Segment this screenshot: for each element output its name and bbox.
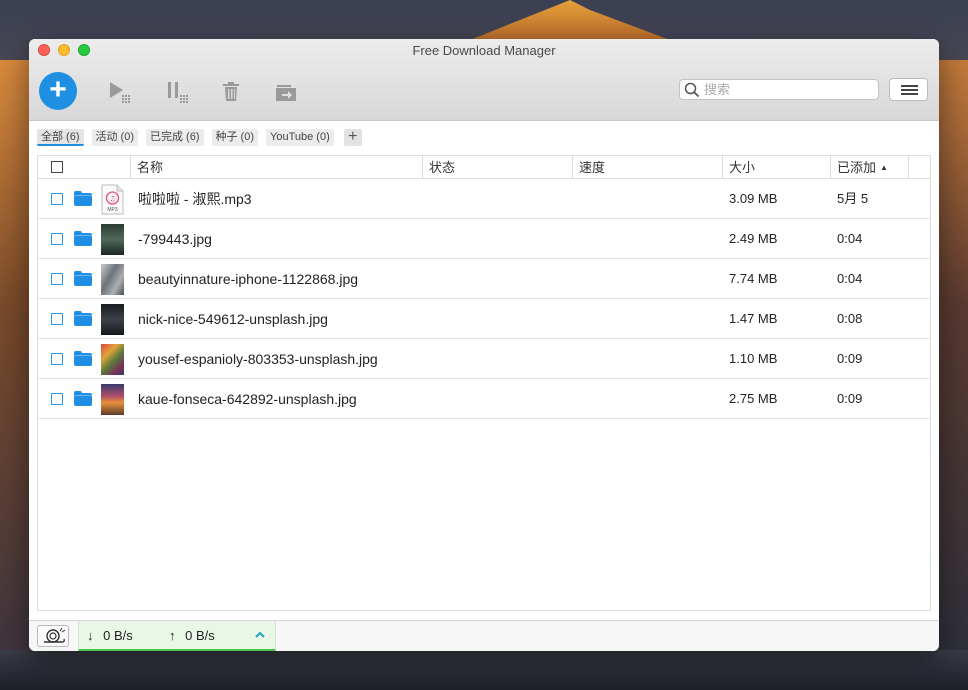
file-name: beautyinnature-iphone-1122868.jpg bbox=[138, 271, 359, 287]
file-name: kaue-fonseca-642892-unsplash.jpg bbox=[138, 391, 357, 407]
file-size: 1.10 MB bbox=[729, 351, 778, 366]
download-speed: ↓ 0 B/s bbox=[87, 628, 133, 643]
music-file-icon: ♫ MP3 bbox=[101, 184, 124, 215]
added-time: 0:04 bbox=[837, 271, 863, 286]
delete-button[interactable] bbox=[219, 79, 245, 105]
svg-text:MP3: MP3 bbox=[107, 207, 118, 213]
table-row[interactable]: ♫ MP3 啦啦啦 - 淑熙.mp3 3.09 MB 5月 5 bbox=[38, 179, 930, 219]
play-icon bbox=[110, 82, 130, 103]
column-name[interactable]: 名称 bbox=[130, 156, 422, 179]
open-folder-icon[interactable] bbox=[74, 351, 92, 366]
upload-speed: ↑ 0 B/s bbox=[169, 628, 215, 643]
file-size: 7.74 MB bbox=[729, 271, 778, 286]
file-size: 3.09 MB bbox=[729, 191, 778, 206]
column-speed[interactable]: 速度 bbox=[572, 156, 722, 179]
downloads-table: 名称 状态 速度 大小 已添加 ▲ ♫ MP3 啦啦啦 - 淑熙.mp3 3.09… bbox=[37, 155, 931, 611]
image-thumbnail bbox=[101, 344, 124, 375]
filter-torrents[interactable]: 种子 (0) bbox=[211, 129, 258, 146]
row-checkbox[interactable] bbox=[51, 353, 63, 365]
background-ground bbox=[0, 650, 968, 690]
open-folder-icon[interactable] bbox=[74, 191, 92, 206]
pause-icon bbox=[168, 82, 188, 103]
open-folder-icon[interactable] bbox=[74, 391, 92, 406]
column-spacer bbox=[908, 156, 930, 179]
column-size[interactable]: 大小 bbox=[722, 156, 830, 179]
filter-tabs: 全部 (6) 活动 (0) 已完成 (6) 种子 (0) YouTube (0)… bbox=[37, 129, 362, 146]
image-thumbnail bbox=[101, 304, 124, 335]
speed-limit-button[interactable] bbox=[37, 625, 69, 647]
row-checkbox[interactable] bbox=[51, 273, 63, 285]
svg-text:♫: ♫ bbox=[109, 195, 115, 203]
table-row[interactable]: beautyinnature-iphone-1122868.jpg 7.74 M… bbox=[38, 259, 930, 299]
file-name: -799443.jpg bbox=[138, 231, 212, 247]
move-folder-icon bbox=[276, 85, 296, 101]
arrow-up-icon: ↑ bbox=[169, 628, 176, 643]
background-peak bbox=[470, 0, 670, 40]
row-checkbox[interactable] bbox=[51, 393, 63, 405]
added-time: 0:08 bbox=[837, 311, 863, 326]
add-filter-button[interactable]: + bbox=[343, 129, 362, 146]
speed-panel[interactable]: ↓ 0 B/s ↑ 0 B/s bbox=[78, 621, 276, 651]
hamburger-icon bbox=[901, 85, 918, 87]
status-bar: ↓ 0 B/s ↑ 0 B/s bbox=[29, 620, 939, 651]
column-added[interactable]: 已添加 ▲ bbox=[830, 156, 908, 179]
toolbar: Free Download Manager + bbox=[29, 39, 939, 121]
table-header: 名称 状态 速度 大小 已添加 ▲ bbox=[38, 156, 930, 179]
table-row[interactable]: kaue-fonseca-642892-unsplash.jpg 2.75 MB… bbox=[38, 379, 930, 419]
add-download-button[interactable]: + bbox=[39, 72, 77, 110]
added-time: 5月 5 bbox=[837, 191, 869, 206]
file-name: nick-nice-549612-unsplash.jpg bbox=[138, 311, 328, 327]
file-name: 啦啦啦 - 淑熙.mp3 bbox=[138, 191, 252, 207]
image-thumbnail bbox=[101, 384, 124, 415]
open-folder-icon[interactable] bbox=[74, 271, 92, 286]
open-folder-icon[interactable] bbox=[74, 311, 92, 326]
file-name: yousef-espanioly-803353-unsplash.jpg bbox=[138, 351, 378, 367]
added-time: 0:09 bbox=[837, 351, 863, 366]
table-row[interactable]: -799443.jpg 2.49 MB 0:04 bbox=[38, 219, 930, 259]
column-status[interactable]: 状态 bbox=[422, 156, 572, 179]
main-menu-button[interactable] bbox=[889, 78, 928, 101]
row-checkbox[interactable] bbox=[51, 313, 63, 325]
select-all-checkbox[interactable] bbox=[51, 161, 63, 173]
filter-all[interactable]: 全部 (6) bbox=[37, 129, 84, 146]
sort-ascending-icon: ▲ bbox=[880, 163, 888, 172]
table-row[interactable]: yousef-espanioly-803353-unsplash.jpg 1.1… bbox=[38, 339, 930, 379]
row-checkbox[interactable] bbox=[51, 193, 63, 205]
snail-icon bbox=[44, 627, 66, 643]
added-time: 0:09 bbox=[837, 391, 863, 406]
image-thumbnail bbox=[101, 224, 124, 255]
filter-active[interactable]: 活动 (0) bbox=[91, 129, 138, 146]
arrow-down-icon: ↓ bbox=[87, 628, 94, 643]
file-size: 2.49 MB bbox=[729, 231, 778, 246]
chevron-up-icon[interactable] bbox=[253, 628, 267, 642]
file-size: 2.75 MB bbox=[729, 391, 778, 406]
open-folder-icon[interactable] bbox=[74, 231, 92, 246]
table-row[interactable]: nick-nice-549612-unsplash.jpg 1.47 MB 0:… bbox=[38, 299, 930, 339]
window-title: Free Download Manager bbox=[412, 43, 556, 58]
added-time: 0:04 bbox=[837, 231, 863, 246]
file-size: 1.47 MB bbox=[729, 311, 778, 326]
plus-icon: + bbox=[49, 73, 67, 106]
resume-button[interactable] bbox=[107, 79, 133, 105]
trash-icon bbox=[223, 82, 239, 101]
move-button[interactable] bbox=[273, 79, 299, 105]
filter-completed[interactable]: 已完成 (6) bbox=[146, 129, 204, 146]
search-input[interactable] bbox=[704, 81, 874, 98]
row-checkbox[interactable] bbox=[51, 233, 63, 245]
image-thumbnail bbox=[101, 264, 124, 295]
search-box[interactable] bbox=[679, 79, 879, 100]
search-icon bbox=[684, 82, 700, 98]
app-window: Free Download Manager + 搜索 全部 (6) 活动 (0)… bbox=[29, 39, 939, 651]
pause-button[interactable] bbox=[165, 79, 191, 105]
filter-youtube[interactable]: YouTube (0) bbox=[266, 129, 334, 146]
